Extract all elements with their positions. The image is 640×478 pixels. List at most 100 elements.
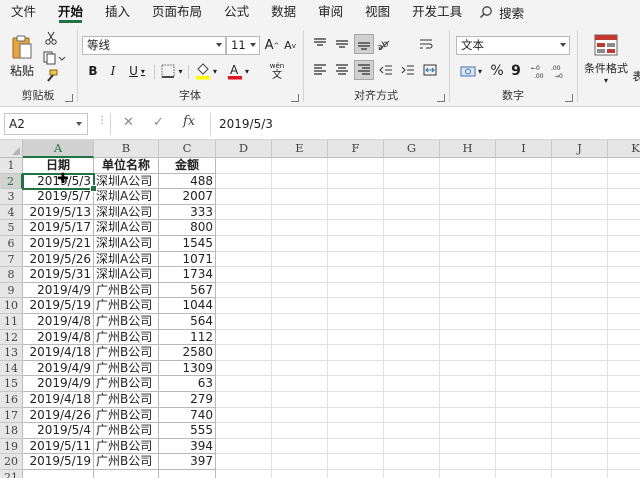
empty-cell[interactable]	[496, 204, 552, 221]
alignment-launcher-icon[interactable]	[437, 94, 445, 102]
empty-cell[interactable]	[440, 438, 496, 455]
empty-cell[interactable]	[328, 204, 384, 221]
empty-cell[interactable]	[328, 251, 384, 268]
clipboard-launcher-icon[interactable]	[65, 94, 73, 102]
empty-cell[interactable]	[496, 454, 552, 470]
conditional-formatting-button[interactable]: 条件格式 ▾	[582, 30, 630, 88]
date-cell[interactable]	[23, 470, 94, 478]
empty-cell[interactable]	[552, 204, 608, 221]
amount-cell[interactable]: 63	[159, 376, 216, 392]
empty-cell[interactable]	[608, 345, 640, 361]
empty-cell[interactable]	[496, 360, 552, 377]
date-cell[interactable]: 2019/4/18	[23, 345, 94, 361]
empty-cell[interactable]	[552, 454, 608, 470]
empty-cell[interactable]	[496, 470, 552, 478]
empty-cell[interactable]	[216, 360, 272, 377]
font-launcher-icon[interactable]	[291, 94, 299, 102]
empty-cell[interactable]	[608, 470, 640, 478]
column-header-b[interactable]: B	[94, 140, 159, 158]
decrease-indent-button[interactable]	[376, 60, 396, 80]
empty-cell[interactable]	[384, 470, 440, 478]
empty-cell[interactable]	[272, 282, 328, 299]
date-cell[interactable]: 2019/5/4	[23, 423, 94, 439]
amount-cell[interactable]: 567	[159, 282, 216, 299]
insert-function-button[interactable]: fx	[183, 114, 195, 129]
empty-cell[interactable]	[384, 251, 440, 268]
empty-cell[interactable]	[552, 173, 608, 190]
menu-tab[interactable]: 页面布局	[141, 0, 213, 24]
number-launcher-icon[interactable]	[565, 94, 573, 102]
decrease-decimal-button[interactable]: .00 →0	[550, 61, 568, 81]
empty-cell[interactable]	[272, 438, 328, 455]
align-center-button[interactable]	[332, 60, 352, 80]
column-header-e[interactable]: E	[272, 140, 328, 158]
empty-cell[interactable]	[552, 407, 608, 424]
formula-input[interactable]: 2019/5/3	[210, 113, 640, 135]
menu-tab[interactable]: 公式	[213, 0, 260, 24]
empty-cell[interactable]	[496, 438, 552, 455]
unit-cell[interactable]: 广州B公司	[94, 423, 159, 439]
row-header[interactable]: 14	[0, 360, 23, 377]
empty-cell[interactable]	[440, 470, 496, 478]
row-header[interactable]: 13	[0, 345, 23, 361]
empty-cell[interactable]	[552, 158, 608, 174]
increase-decimal-button[interactable]: ←0.00	[530, 61, 548, 81]
wrap-text-button[interactable]	[416, 34, 436, 54]
empty-cell[interactable]	[608, 220, 640, 236]
row-header[interactable]: 15	[0, 376, 23, 392]
empty-cell[interactable]	[328, 407, 384, 424]
unit-cell[interactable]: 深圳A公司	[94, 220, 159, 236]
empty-cell[interactable]	[496, 298, 552, 314]
empty-cell[interactable]	[552, 282, 608, 299]
more-options-icon[interactable]: ⋮	[97, 115, 107, 126]
amount-cell[interactable]: 555	[159, 423, 216, 439]
spreadsheet-grid[interactable]: A B C D E F G H I J K 1 日期 单位名称 金额 2 2019/5/3 深圳A公司 488 3 20…	[0, 140, 640, 478]
amount-cell[interactable]: 1734	[159, 267, 216, 283]
amount-cell[interactable]: 279	[159, 392, 216, 408]
empty-cell[interactable]	[272, 470, 328, 478]
date-cell[interactable]: 2019/5/7	[23, 189, 94, 205]
row-header[interactable]: 11	[0, 314, 23, 330]
empty-cell[interactable]	[384, 329, 440, 346]
empty-cell[interactable]	[328, 345, 384, 361]
empty-cell[interactable]	[440, 267, 496, 283]
empty-cell[interactable]	[272, 376, 328, 392]
row-header[interactable]: 16	[0, 392, 23, 408]
empty-cell[interactable]	[608, 205, 640, 221]
date-cell[interactable]: 2019/4/8	[23, 314, 94, 330]
empty-cell[interactable]	[552, 220, 608, 236]
empty-cell[interactable]	[272, 345, 328, 361]
empty-cell[interactable]	[440, 454, 496, 470]
unit-cell[interactable]: 深圳A公司	[94, 189, 159, 205]
font-color-button[interactable]: A ▾	[224, 60, 252, 82]
empty-cell[interactable]	[496, 407, 552, 424]
empty-cell[interactable]	[272, 251, 328, 268]
empty-cell[interactable]	[272, 158, 328, 174]
header-cell[interactable]: 单位名称	[94, 158, 159, 174]
date-cell[interactable]: 2019/4/9	[23, 360, 94, 377]
empty-cell[interactable]	[440, 345, 496, 361]
empty-cell[interactable]	[608, 439, 640, 455]
date-cell[interactable]: 2019/4/9	[23, 376, 94, 392]
empty-cell[interactable]	[384, 454, 440, 470]
name-box[interactable]: A2	[4, 113, 88, 135]
unit-cell[interactable]: 广州B公司	[94, 407, 159, 424]
row-header[interactable]: 20	[0, 454, 23, 470]
empty-cell[interactable]	[272, 423, 328, 439]
empty-cell[interactable]	[216, 220, 272, 236]
column-header-d[interactable]: D	[216, 140, 272, 158]
unit-cell[interactable]: 深圳A公司	[94, 236, 159, 252]
increase-indent-button[interactable]	[398, 60, 418, 80]
format-painter-button[interactable]	[42, 68, 60, 84]
empty-cell[interactable]	[496, 423, 552, 439]
empty-cell[interactable]	[440, 173, 496, 190]
empty-cell[interactable]	[552, 251, 608, 268]
amount-cell[interactable]: 1044	[159, 298, 216, 314]
empty-cell[interactable]	[552, 236, 608, 252]
empty-cell[interactable]	[216, 392, 272, 408]
empty-cell[interactable]	[440, 407, 496, 424]
grow-font-button[interactable]: A ^	[264, 36, 280, 55]
empty-cell[interactable]	[608, 361, 640, 377]
empty-cell[interactable]	[272, 360, 328, 377]
unit-cell[interactable]: 深圳A公司	[94, 173, 159, 190]
